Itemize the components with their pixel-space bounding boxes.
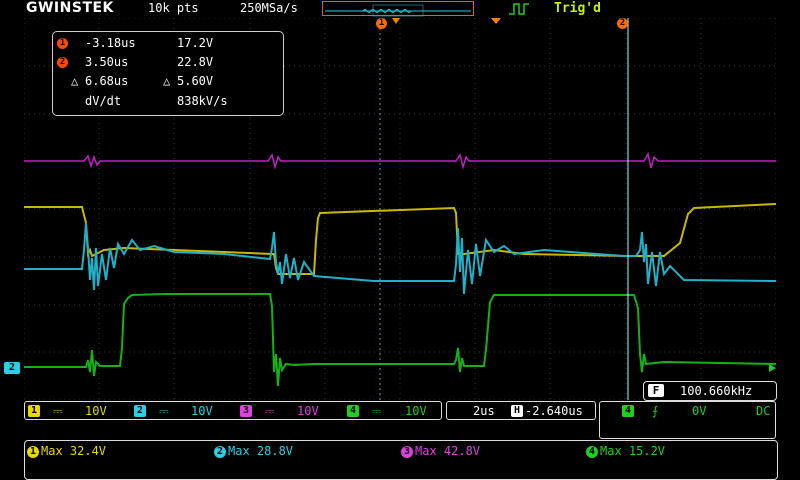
cursor1-volt: 17.2V [177, 36, 214, 50]
meas1-value: Max 32.4V [41, 444, 107, 458]
top-status-bar: GWINSTEK 10k pts 250MSa/s Trig'd [0, 0, 800, 18]
memory-position-bar[interactable] [322, 1, 474, 17]
trigger-status: Trig'd [554, 1, 601, 16]
delta-time: 6.68us [85, 74, 129, 88]
ch3-coupling-icon: ⎓ [265, 404, 275, 418]
trigger-position-marker [392, 18, 400, 24]
record-length: 10k pts [148, 1, 199, 15]
trigger-slope-icon: ⨍ [652, 404, 659, 418]
cursor2-volt: 22.8V [177, 55, 214, 69]
ch2-ground-marker[interactable]: 2 [4, 362, 20, 374]
cursor1-badge: 1 [57, 38, 68, 49]
trigger-level: 0V [692, 404, 707, 418]
frequency-value: 100.660kHz [680, 384, 753, 398]
ch2-scale: 10V [191, 404, 213, 418]
waveform-overview-icon [325, 4, 471, 17]
meas2-badge: 2 [214, 446, 226, 458]
horizontal-position: -2.640us [525, 404, 583, 418]
meas1-badge: 1 [27, 446, 39, 458]
channel-settings-box: 1 ⎓ 10V 2 ⎓ 10V 3 ⎓ 10V 4 ⎓ 10V [24, 401, 442, 420]
ch3-scale: 10V [297, 404, 319, 418]
brand-logo: GWINSTEK [26, 0, 114, 16]
frequency-badge: F [648, 384, 664, 397]
channel-status-bar: 1 ⎓ 10V 2 ⎓ 10V 3 ⎓ 10V 4 ⎓ 10V 2us H -2… [24, 401, 776, 439]
trigger-edge-icon [509, 3, 529, 15]
trigger-point-marker [491, 18, 501, 24]
meas2-value: Max 28.8V [228, 444, 294, 458]
ch3-badge: 3 [240, 405, 252, 417]
cursor2-time: 3.50us [85, 55, 129, 69]
delta-time-icon: △ [71, 74, 79, 88]
meas4-badge: 4 [586, 446, 598, 458]
ch3-trace [24, 151, 776, 170]
measurement-bar: 1 Max 32.4V 2 Max 28.8V 3 Max 42.8V 4 Ma… [24, 440, 778, 480]
trigger-settings-box[interactable]: 4 ⨍ 0V DC [599, 401, 776, 439]
delta-volt: 5.60V [177, 74, 214, 88]
trigger-coupling: DC [756, 404, 771, 418]
horizontal-position-icon: H [511, 405, 523, 417]
cursor1-top-marker[interactable]: 1 [376, 18, 387, 29]
trigger-source-badge: 4 [622, 405, 634, 417]
ch2-coupling-icon: ⎓ [159, 404, 169, 418]
ch2-badge: 2 [134, 405, 146, 417]
frequency-counter: F 100.660kHz [643, 381, 777, 401]
ch4-coupling-icon: ⎓ [372, 404, 382, 418]
cursor2-badge: 2 [57, 57, 68, 68]
ch1-scale: 10V [85, 404, 107, 418]
cursor-readout-panel: 1 -3.18us 17.2V 2 3.50us 22.8V △ 6.68us … [52, 31, 284, 116]
timebase-scale: 2us [473, 404, 495, 418]
ch4-scale: 10V [405, 404, 427, 418]
meas3-value: Max 42.8V [415, 444, 481, 458]
timebase-box[interactable]: 2us H -2.640us [446, 401, 596, 420]
dvdt-label: dV/dt [85, 94, 122, 108]
ch4-trigger-level-marker [769, 364, 776, 372]
cursor1-time: -3.18us [85, 36, 136, 50]
delta-volt-icon: △ [163, 74, 171, 88]
ch1-badge: 1 [28, 405, 40, 417]
meas3-badge: 3 [401, 446, 413, 458]
sample-rate: 250MSa/s [240, 1, 298, 15]
dvdt-value: 838kV/s [177, 94, 228, 108]
meas4-value: Max 15.2V [600, 444, 666, 458]
cursor2-top-marker[interactable]: 2 [617, 18, 628, 29]
ch4-badge: 4 [347, 405, 359, 417]
ch4-trace [24, 293, 777, 387]
ch1-coupling-icon: ⎓ [53, 404, 63, 418]
